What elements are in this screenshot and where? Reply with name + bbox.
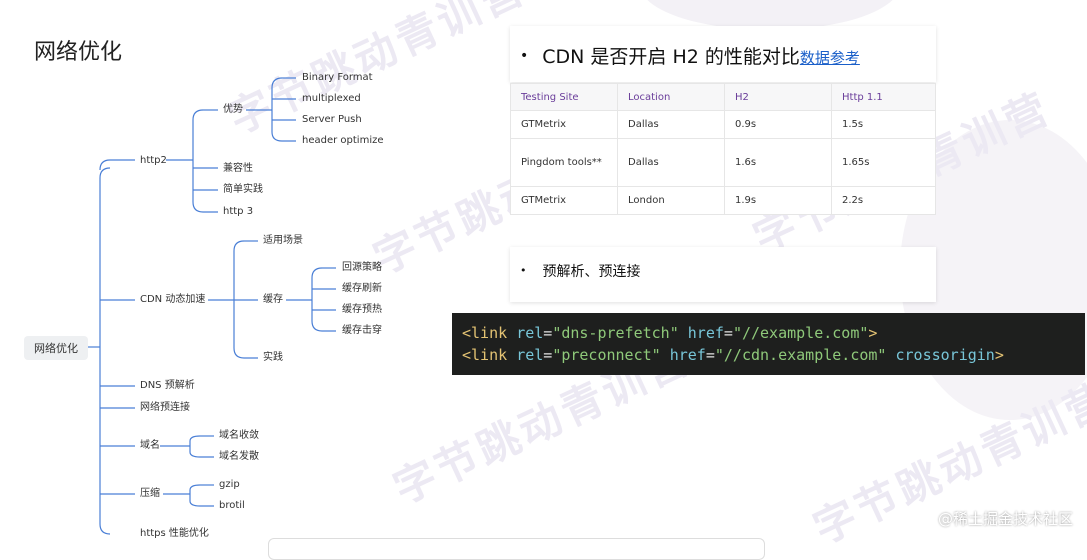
bullet-icon: • — [520, 48, 529, 64]
node-cache-origin: 回源策略 — [342, 262, 382, 273]
code-token: rel — [516, 324, 544, 342]
node-domain-converge: 域名收敛 — [219, 430, 259, 441]
table-header-cell: Http 1.1 — [831, 83, 936, 111]
code-token: "preconnect" — [552, 346, 661, 364]
data-reference-link[interactable]: 数据参考 — [800, 49, 860, 67]
table-row: Pingdom tools** Dallas 1.6s 1.65s — [510, 138, 936, 187]
table-cell: GTMetrix — [510, 110, 618, 139]
table-row: GTMetrix Dallas 0.9s 1.5s — [510, 110, 936, 139]
table-cell: Pingdom tools** — [510, 138, 618, 187]
table-cell: 1.65s — [831, 138, 936, 187]
cdn-h2-card: • CDN 是否开启 H2 的性能对比数据参考 — [510, 26, 936, 82]
code-token: > — [994, 346, 1004, 364]
code-token: rel — [516, 346, 544, 364]
code-token: <link — [462, 324, 508, 342]
node-cdn-scenario: 适用场景 — [263, 235, 303, 246]
node-dns-prefetch: DNS 预解析 — [140, 380, 195, 391]
table-cell: 0.9s — [724, 110, 832, 139]
table-cell: 2.2s — [831, 186, 936, 215]
code-line-1: <link rel="dns-prefetch" href="//example… — [462, 324, 878, 342]
mindmap-root: 网络优化 — [24, 336, 88, 360]
bottom-card-edge — [268, 538, 765, 560]
code-token: "//cdn.example.com" — [714, 346, 887, 364]
node-cache-refresh: 缓存刷新 — [342, 283, 382, 294]
node-compat: 兼容性 — [223, 163, 253, 174]
prefetch-card: • 预解析、预连接 — [510, 247, 936, 302]
prefetch-bullet-row: • 预解析、预连接 — [520, 261, 641, 281]
node-header-optimize: header optimize — [302, 135, 384, 146]
code-token: "dns-prefetch" — [552, 324, 679, 342]
table-cell: Dallas — [617, 110, 725, 139]
table-cell: 1.9s — [724, 186, 832, 215]
node-cdn-practice: 实践 — [263, 352, 283, 363]
table-header-cell: H2 — [724, 83, 832, 111]
credit-watermark: @稀土掘金技术社区 — [937, 510, 1073, 528]
node-advantages: 优势 — [223, 104, 243, 115]
node-cdn: CDN 动态加速 — [140, 294, 206, 305]
node-https: https 性能优化 — [140, 528, 209, 539]
node-cache: 缓存 — [263, 294, 283, 305]
code-token: href — [669, 346, 706, 364]
table-cell: 1.6s — [724, 138, 832, 187]
node-domain-diverge: 域名发散 — [219, 451, 259, 462]
table-header-row: Testing Site Location H2 Http 1.1 — [510, 83, 936, 111]
code-token: <link — [462, 346, 508, 364]
cdn-h2-heading: CDN 是否开启 H2 的性能对比 — [542, 46, 800, 68]
table-cell: 1.5s — [831, 110, 936, 139]
node-brotil: brotil — [219, 500, 245, 511]
node-gzip: gzip — [219, 479, 240, 490]
code-block: <link rel="dns-prefetch" href="//example… — [452, 313, 1085, 375]
table-header-cell: Location — [617, 83, 725, 111]
node-multiplexed: multiplexed — [302, 93, 361, 104]
code-line-2: <link rel="preconnect" href="//cdn.examp… — [462, 346, 1004, 364]
table-row: GTMetrix London 1.9s 2.2s — [510, 186, 936, 215]
node-binary-format: Binary Format — [302, 72, 373, 83]
table-header-cell: Testing Site — [510, 83, 618, 111]
node-http3: http 3 — [223, 206, 254, 217]
code-token: crossorigin — [895, 346, 995, 364]
code-token: href — [687, 324, 724, 342]
node-preconnect: 网络预连接 — [140, 402, 190, 413]
table-cell: GTMetrix — [510, 186, 618, 215]
node-server-push: Server Push — [302, 114, 362, 125]
cdn-h2-bullet-row: • CDN 是否开启 H2 的性能对比数据参考 — [520, 42, 860, 69]
table-cell: Dallas — [617, 138, 725, 187]
node-cache-warmup: 缓存预热 — [342, 304, 382, 315]
node-compress: 压缩 — [140, 488, 160, 499]
code-token: > — [868, 324, 878, 342]
node-domain: 域名 — [140, 440, 160, 451]
bullet-icon: • — [520, 264, 527, 277]
comparison-table: Testing Site Location H2 Http 1.1 GTMetr… — [510, 83, 936, 215]
table-cell: London — [617, 186, 725, 215]
node-http2: http2 — [140, 155, 167, 166]
node-simple-practice: 简单实践 — [223, 184, 263, 195]
prefetch-heading: 预解析、预连接 — [542, 264, 641, 280]
node-cache-breakdown: 缓存击穿 — [342, 325, 382, 336]
mindmap-connectors — [86, 77, 336, 535]
code-token: "//example.com" — [732, 324, 869, 342]
